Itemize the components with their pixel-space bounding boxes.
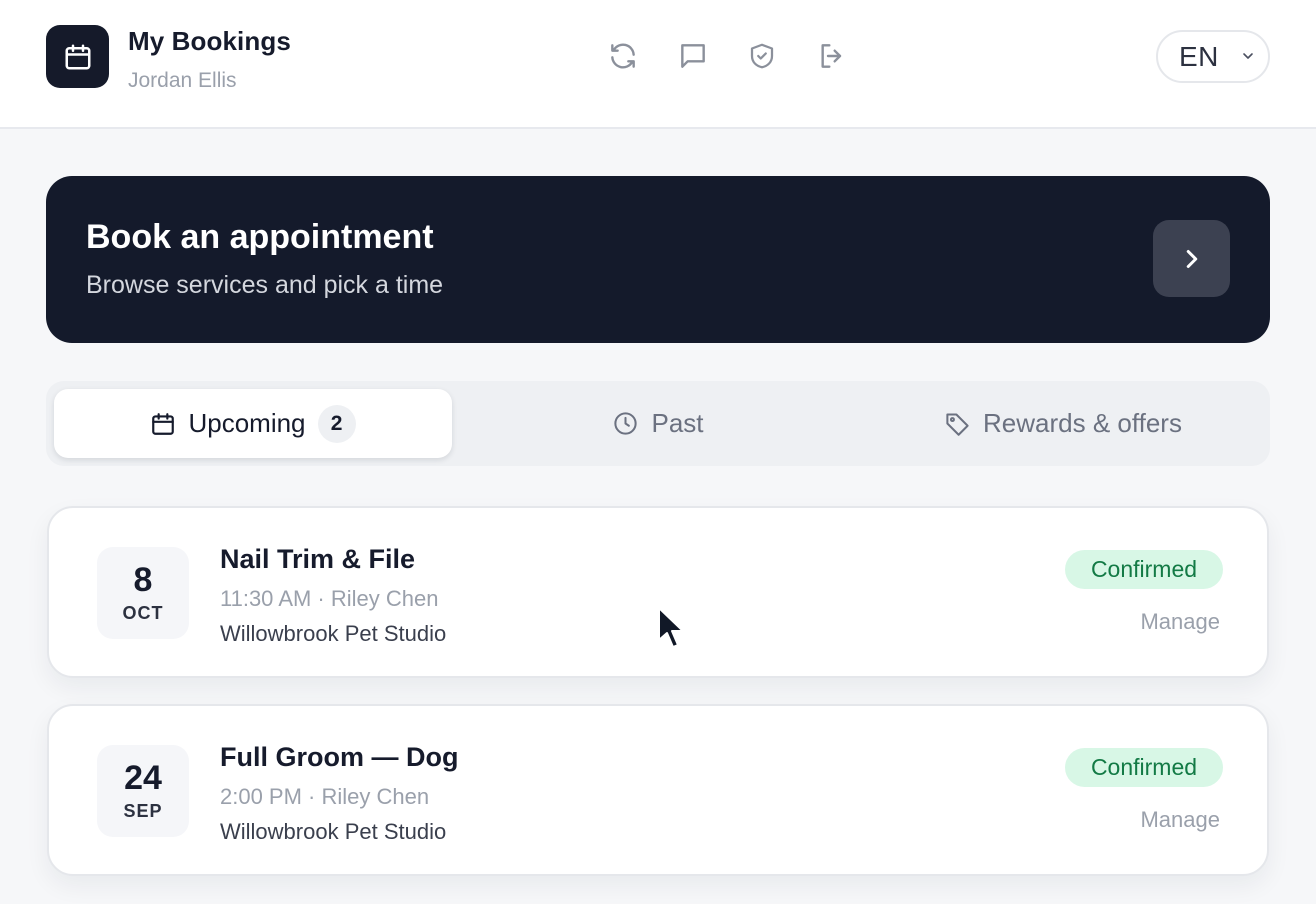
tag-icon [944, 410, 971, 437]
top-header: My Bookings Jordan Ellis EN [0, 0, 1316, 129]
booking-card[interactable]: 8 OCT Nail Trim & File 11:30 AM · Riley … [47, 506, 1269, 678]
tab-upcoming[interactable]: Upcoming 2 [54, 389, 452, 458]
logout-icon[interactable] [814, 38, 850, 74]
chevron-down-icon [1240, 48, 1256, 69]
banner-title: Book an appointment [86, 218, 434, 256]
calendar-icon [150, 411, 176, 437]
date-badge: 8 OCT [97, 547, 189, 639]
language-selector[interactable]: EN [1156, 30, 1270, 83]
user-name: Jordan Ellis [128, 69, 237, 92]
book-appointment-button[interactable] [1153, 220, 1230, 297]
mouse-cursor-icon [658, 607, 684, 648]
manage-link[interactable]: Manage [1140, 807, 1220, 833]
app-root: My Bookings Jordan Ellis EN Book an appo… [0, 0, 1316, 904]
booking-location: Willowbrook Pet Studio [220, 819, 447, 844]
service-name: Nail Trim & File [220, 544, 416, 574]
calendar-icon [46, 25, 109, 88]
language-code: EN [1179, 40, 1219, 72]
tab-label: Upcoming [188, 408, 306, 438]
shield-check-icon[interactable] [744, 38, 780, 74]
chevron-right-icon [1177, 244, 1207, 274]
date-month: OCT [122, 602, 164, 623]
page-title: My Bookings [128, 26, 291, 56]
count-badge: 2 [317, 404, 356, 443]
manage-link[interactable]: Manage [1140, 609, 1220, 635]
message-icon[interactable] [675, 38, 711, 74]
banner-subtitle: Browse services and pick a time [86, 271, 444, 299]
book-appointment-banner[interactable]: Book an appointment Browse services and … [46, 176, 1270, 343]
booking-time-staff: 11:30 AM · Riley Chen [220, 586, 439, 611]
date-badge: 24 SEP [97, 745, 189, 837]
date-day: 8 [133, 560, 153, 599]
date-month: SEP [123, 800, 163, 821]
tab-rewards[interactable]: Rewards & offers [864, 389, 1262, 458]
tab-label: Past [651, 408, 704, 438]
tab-past[interactable]: Past [456, 389, 860, 458]
service-name: Full Groom — Dog [220, 742, 459, 772]
booking-time-staff: 2:00 PM · Riley Chen [220, 784, 430, 809]
booking-card[interactable]: 24 SEP Full Groom — Dog 2:00 PM · Riley … [47, 704, 1269, 876]
refresh-icon[interactable] [605, 38, 641, 74]
clock-icon [612, 410, 639, 437]
date-day: 24 [124, 758, 162, 797]
booking-tabs: Upcoming 2 Past Rewards & offers [46, 381, 1270, 466]
status-badge: Confirmed [1065, 748, 1223, 787]
status-badge: Confirmed [1065, 550, 1223, 589]
tab-label: Rewards & offers [983, 408, 1182, 438]
booking-location: Willowbrook Pet Studio [220, 621, 447, 646]
